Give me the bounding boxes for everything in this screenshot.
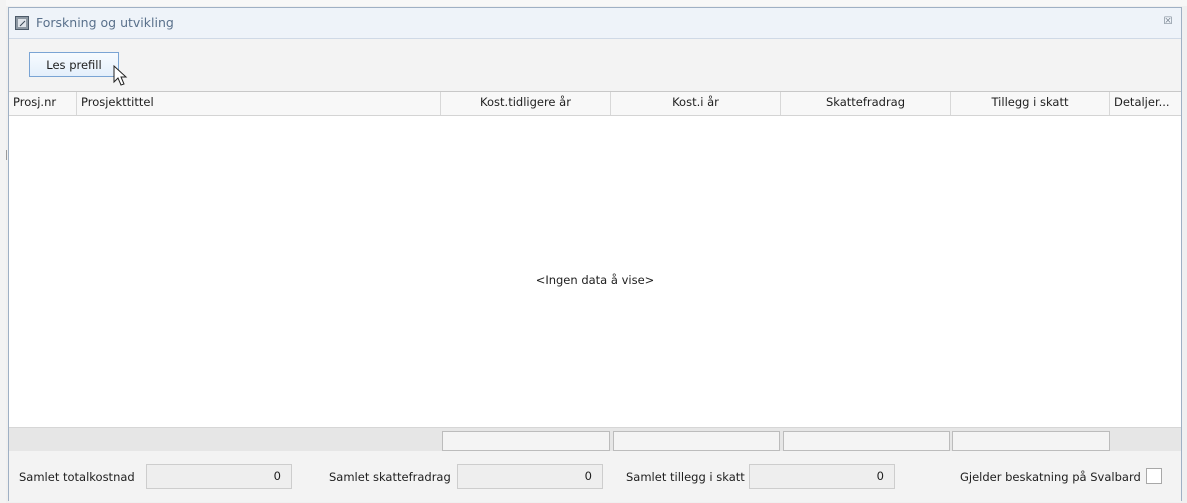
tax-addition-field[interactable]: 0 xyxy=(749,464,895,489)
grid-header: Prosj.nr Prosjekttittel Kost.tidligere å… xyxy=(9,92,1181,116)
column-header-tax-addition[interactable]: Tillegg i skatt xyxy=(951,92,1110,115)
total-cell-cost-previous-years xyxy=(442,431,610,451)
desktop-top-strip xyxy=(0,0,1187,6)
empty-grid-message: <Ingen data å vise> xyxy=(535,273,655,287)
project-grid[interactable]: Prosj.nr Prosjekttittel Kost.tidligere å… xyxy=(9,91,1181,428)
tax-addition-label: Samlet tillegg i skatt xyxy=(626,470,745,484)
read-prefill-button[interactable]: Les prefill xyxy=(29,52,119,77)
column-header-tax-deduction[interactable]: Skattefradrag xyxy=(781,92,951,115)
column-header-project-number[interactable]: Prosj.nr xyxy=(9,92,77,115)
total-cost-field[interactable]: 0 xyxy=(146,464,292,489)
summary-panel: Samlet totalkostnad 0 Samlet skattefradr… xyxy=(9,451,1181,502)
total-cost-label: Samlet totalkostnad xyxy=(19,470,135,484)
dialog-window: Forskning og utvikling ☒ Les prefill Pro… xyxy=(8,7,1182,502)
column-header-cost-previous-years[interactable]: Kost.tidligere år xyxy=(441,92,611,115)
tax-deduction-label: Samlet skattefradrag xyxy=(329,470,451,484)
total-cell-tax-deduction xyxy=(783,431,950,451)
close-icon[interactable]: ☒ xyxy=(1161,15,1175,29)
toolbar: Les prefill xyxy=(9,39,1181,91)
total-cell-cost-this-year xyxy=(613,431,780,451)
svalbard-checkbox[interactable] xyxy=(1146,468,1162,484)
column-header-cost-this-year[interactable]: Kost.i år xyxy=(611,92,781,115)
title-bar: Forskning og utvikling ☒ xyxy=(9,8,1181,39)
svalbard-label: Gjelder beskatning på Svalbard xyxy=(960,470,1141,484)
tax-deduction-field[interactable]: 0 xyxy=(457,464,603,489)
app-icon xyxy=(15,16,29,30)
window-title: Forskning og utvikling xyxy=(36,15,174,30)
left-edge xyxy=(0,0,6,503)
grid-totals-row xyxy=(9,427,1181,453)
column-header-details[interactable]: Detaljer... xyxy=(1110,92,1181,115)
total-cell-tax-addition xyxy=(952,431,1110,451)
mouse-pointer-icon xyxy=(113,65,128,86)
column-header-project-title[interactable]: Prosjekttittel xyxy=(77,92,441,115)
left-edge-marker xyxy=(6,150,7,160)
